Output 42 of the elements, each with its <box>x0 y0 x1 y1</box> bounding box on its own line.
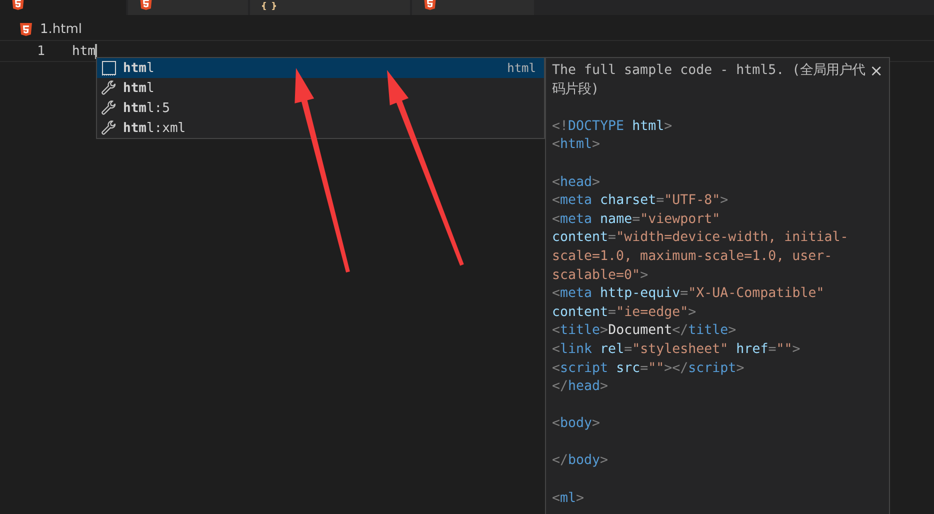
suggestion-label: html <box>123 60 156 76</box>
code-line: <body> <box>552 416 600 432</box>
code-line: <html> <box>552 137 600 152</box>
suggestion-label: html:xml <box>123 120 187 136</box>
code-line: scalable=0"> <box>552 268 648 283</box>
suggestion-item[interactable]: html:xml <box>97 118 544 138</box>
suggestion-item[interactable]: html html <box>97 58 544 78</box>
code-line: <meta name="viewport" <box>552 212 720 227</box>
suggestion-item[interactable]: html <box>97 78 544 98</box>
code-line: <meta http-equiv="X-UA-Compatible" <box>552 286 824 302</box>
code-line: <meta charset="UTF-8"> <box>552 193 728 208</box>
braces-icon <box>262 2 276 10</box>
breadcrumb-file[interactable]: 1.html <box>40 22 82 36</box>
code-line: <title>Document</title> <box>552 323 736 338</box>
editor-tab[interactable] <box>128 0 248 15</box>
code-line: scale=1.0, maximum-scale=1.0, user- <box>552 248 832 264</box>
close-button[interactable]: × <box>870 62 883 80</box>
code-line: <head> <box>552 174 600 190</box>
suggestion-label: html:5 <box>123 100 171 116</box>
code-line: </head> <box>552 379 608 394</box>
suggestion-item[interactable]: html:5 <box>97 98 544 118</box>
code-line: content="ie=edge"> <box>552 304 696 320</box>
html5-icon <box>140 0 152 10</box>
html5-file-icon <box>20 22 32 36</box>
editor-tab[interactable] <box>0 0 126 15</box>
html5-icon <box>424 0 436 10</box>
line-number: 1 <box>36 44 45 58</box>
code-line: <link rel="stylesheet" href=""> <box>552 342 800 357</box>
suggestion-label: html <box>123 80 156 96</box>
suggestion-detail: html <box>507 61 536 75</box>
snippet-icon <box>101 60 117 76</box>
code-line: </body> <box>552 453 608 468</box>
code-line: <!DOCTYPE html> <box>552 118 672 134</box>
code-line: <script src=""></script> <box>552 360 744 376</box>
code-line: content="width=device-width, initial- <box>552 230 848 246</box>
code-line: <ml> <box>552 490 584 506</box>
details-title: The full sample code - html5. (全局用户代码片段) <box>552 62 866 99</box>
wrench-icon <box>101 120 117 136</box>
wrench-icon <box>101 80 117 96</box>
editor-tab[interactable] <box>412 0 534 15</box>
wrench-icon <box>101 100 117 116</box>
html5-icon <box>12 0 24 10</box>
